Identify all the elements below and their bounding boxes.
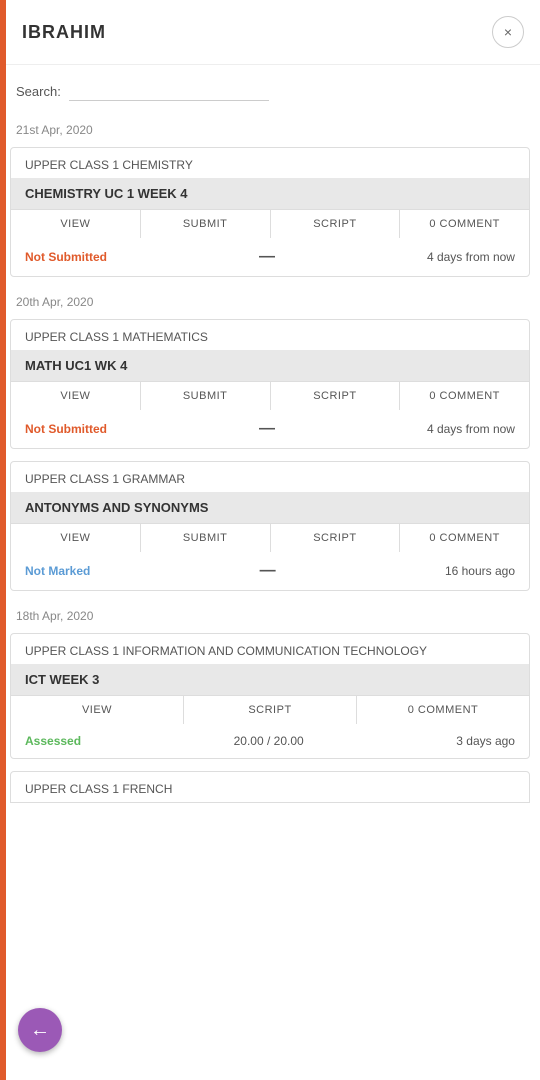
status-time-3: 16 hours ago <box>445 564 515 578</box>
submit-button-2[interactable]: SUBMIT <box>141 382 271 410</box>
page-container: IBRAHIM × Search: 21st Apr, 2020 UPPER C… <box>0 0 540 1080</box>
card-subject-1: UPPER CLASS 1 CHEMISTRY <box>11 148 529 178</box>
view-button-4[interactable]: VIEW <box>11 696 184 724</box>
status-dash-2: — <box>259 420 275 438</box>
date-label-2: 20th Apr, 2020 <box>0 289 540 315</box>
status-label-4: Assessed <box>25 734 81 748</box>
card-title-1: CHEMISTRY UC 1 WEEK 4 <box>11 178 529 209</box>
submit-button-1[interactable]: SUBMIT <box>141 210 271 238</box>
script-button-4[interactable]: SCRIPT <box>184 696 357 724</box>
card-title-4: ICT WEEK 3 <box>11 664 529 695</box>
status-time-1: 4 days from now <box>427 250 515 264</box>
search-label: Search: <box>16 84 61 99</box>
comment-button-2[interactable]: 0 COMMENT <box>400 382 529 410</box>
status-score-4: 20.00 / 20.00 <box>234 734 304 748</box>
status-dash-1: — <box>259 248 275 266</box>
header: IBRAHIM × <box>0 0 540 65</box>
card-status-row-3: Not Marked — 16 hours ago <box>11 552 529 590</box>
card-actions-3: VIEW SUBMIT SCRIPT 0 COMMENT <box>11 523 529 552</box>
card-subject-french: UPPER CLASS 1 FRENCH <box>11 772 529 802</box>
card-title-3: ANTONYMS AND SYNONYMS <box>11 492 529 523</box>
script-button-1[interactable]: SCRIPT <box>271 210 401 238</box>
comment-button-1[interactable]: 0 COMMENT <box>400 210 529 238</box>
card-mathematics: UPPER CLASS 1 MATHEMATICS MATH UC1 WK 4 … <box>10 319 530 449</box>
card-status-row-4: Assessed 20.00 / 20.00 3 days ago <box>11 724 529 758</box>
card-ict: UPPER CLASS 1 INFORMATION AND COMMUNICAT… <box>10 633 530 759</box>
card-title-2: MATH UC1 WK 4 <box>11 350 529 381</box>
status-label-2: Not Submitted <box>25 422 107 436</box>
view-button-2[interactable]: VIEW <box>11 382 141 410</box>
card-status-row-2: Not Submitted — 4 days from now <box>11 410 529 448</box>
status-label-3: Not Marked <box>25 564 90 578</box>
status-time-2: 4 days from now <box>427 422 515 436</box>
left-accent-bar <box>0 0 6 1080</box>
search-input[interactable] <box>69 81 269 101</box>
date-label-4: 18th Apr, 2020 <box>0 603 540 629</box>
view-button-3[interactable]: VIEW <box>11 524 141 552</box>
date-label-1: 21st Apr, 2020 <box>0 117 540 143</box>
card-subject-4: UPPER CLASS 1 INFORMATION AND COMMUNICAT… <box>11 634 529 664</box>
card-status-row-1: Not Submitted — 4 days from now <box>11 238 529 276</box>
search-area: Search: <box>0 65 540 117</box>
view-button-1[interactable]: VIEW <box>11 210 141 238</box>
card-actions-1: VIEW SUBMIT SCRIPT 0 COMMENT <box>11 209 529 238</box>
card-french-partial: UPPER CLASS 1 FRENCH <box>10 771 530 803</box>
comment-button-3[interactable]: 0 COMMENT <box>400 524 529 552</box>
comment-button-4[interactable]: 0 COMMENT <box>357 696 529 724</box>
script-button-2[interactable]: SCRIPT <box>271 382 401 410</box>
script-button-3[interactable]: SCRIPT <box>271 524 401 552</box>
submit-button-3[interactable]: SUBMIT <box>141 524 271 552</box>
card-actions-4: VIEW SCRIPT 0 COMMENT <box>11 695 529 724</box>
status-time-4: 3 days ago <box>456 734 515 748</box>
card-grammar: UPPER CLASS 1 GRAMMAR ANTONYMS AND SYNON… <box>10 461 530 591</box>
card-actions-2: VIEW SUBMIT SCRIPT 0 COMMENT <box>11 381 529 410</box>
status-label-1: Not Submitted <box>25 250 107 264</box>
status-dash-3: — <box>260 562 276 580</box>
card-subject-2: UPPER CLASS 1 MATHEMATICS <box>11 320 529 350</box>
close-button[interactable]: × <box>492 16 524 48</box>
card-subject-3: UPPER CLASS 1 GRAMMAR <box>11 462 529 492</box>
back-button[interactable]: ← <box>18 1008 62 1052</box>
card-chemistry: UPPER CLASS 1 CHEMISTRY CHEMISTRY UC 1 W… <box>10 147 530 277</box>
page-title: IBRAHIM <box>22 22 106 43</box>
